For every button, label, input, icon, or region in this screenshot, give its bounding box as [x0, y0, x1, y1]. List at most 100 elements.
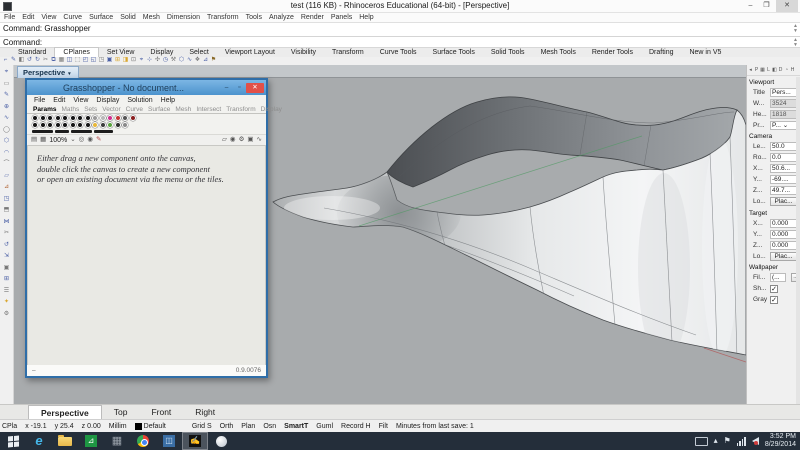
restore-button[interactable]: ❐ [759, 0, 774, 12]
target-icon[interactable]: ◎ [79, 135, 85, 145]
left-toolbar-icon[interactable]: ◯ [3, 127, 10, 134]
grasshopper-menu-file[interactable]: File [34, 97, 45, 104]
toolbar-tab-viewport-layout[interactable]: Viewport Layout [217, 48, 283, 57]
left-toolbar-icon[interactable]: ⋈ [3, 219, 10, 226]
grasshopper-tab-intersect[interactable]: Intersect [196, 106, 221, 113]
menu-transform[interactable]: Transform [207, 14, 239, 21]
toolbar-tab-transform[interactable]: Transform [324, 48, 372, 57]
close-button[interactable]: ✕ [776, 0, 798, 12]
left-toolbar-icon[interactable]: ⚙ [3, 311, 10, 318]
grasshopper-canvas[interactable]: Either drag a new component onto the can… [27, 146, 266, 365]
toolbar-icon[interactable]: ↺ [26, 57, 33, 64]
preview-icon[interactable]: ◉ [87, 135, 93, 145]
menu-edit[interactable]: Edit [22, 14, 34, 21]
zoom-dropdown-icon[interactable]: ⌄ [70, 135, 75, 145]
toolbar-icon[interactable]: ▣ [106, 57, 113, 64]
toolbar-tab-display[interactable]: Display [142, 48, 181, 57]
panel-tab-icon[interactable]: ◧ [772, 67, 777, 73]
app-icon-ball[interactable] [208, 432, 234, 450]
grid-icon[interactable]: ▦ [40, 135, 46, 145]
menu-view[interactable]: View [41, 14, 56, 21]
panel-value[interactable]: 0.000 [770, 218, 797, 228]
panel-tab-icon[interactable]: D [778, 67, 783, 73]
checkbox-gray[interactable]: ✓ [770, 295, 778, 304]
status-x-19-1[interactable]: x -19.1 [25, 423, 46, 430]
grasshopper-menu-display[interactable]: Display [96, 97, 119, 104]
grasshopper-tab-curve[interactable]: Curve [126, 106, 143, 113]
grasshopper-menu-help[interactable]: Help [161, 97, 175, 104]
component-icon[interactable] [62, 122, 68, 128]
menu-render[interactable]: Render [301, 14, 324, 21]
component-icon[interactable] [47, 122, 53, 128]
app-icon-green[interactable]: ⊿ [78, 432, 104, 450]
panel-tab-icon[interactable]: ◔ [784, 67, 789, 73]
left-toolbar-icon[interactable]: ⌒ [3, 161, 10, 168]
internet-explorer-icon[interactable]: e [26, 432, 52, 450]
toolbar-icon[interactable]: ⊡ [130, 57, 137, 64]
component-icon[interactable] [32, 122, 38, 128]
menu-surface[interactable]: Surface [89, 14, 113, 21]
component-icon[interactable] [84, 122, 91, 128]
component-icon[interactable] [62, 115, 68, 121]
canvas-tool-icon[interactable]: ◉ [230, 135, 236, 145]
grasshopper-tab-mesh[interactable]: Mesh [175, 106, 191, 113]
toolbar-tab-cplanes[interactable]: CPlanes [54, 46, 99, 57]
panel-tab-icon[interactable]: P [754, 67, 759, 73]
place-button[interactable]: Plac... [770, 197, 797, 206]
menu-tools[interactable]: Tools [246, 14, 262, 21]
toolbar-icon[interactable]: ⚑ [210, 57, 217, 64]
left-toolbar-icon[interactable]: ✂ [3, 230, 10, 237]
viewport-tab-front[interactable]: Front [139, 405, 183, 419]
component-icon[interactable] [114, 122, 121, 128]
grasshopper-tab-display[interactable]: Display [261, 106, 282, 113]
toolbar-icon[interactable]: ✂ [42, 57, 49, 64]
toolbar-icon[interactable]: ↻ [34, 57, 41, 64]
toolbar-tab-new-in-v5[interactable]: New in V5 [681, 48, 729, 57]
component-icon[interactable] [92, 122, 98, 128]
component-icon[interactable] [107, 122, 113, 128]
grasshopper-close-button[interactable]: ✕ [246, 82, 264, 93]
action-center-flag-icon[interactable]: ⚑ [724, 436, 731, 446]
component-icon[interactable] [122, 122, 128, 128]
panel-tab-icon[interactable]: L [766, 67, 771, 73]
network-icon[interactable] [736, 436, 746, 446]
viewport-tab-top[interactable]: Top [102, 405, 140, 419]
toolbar-icon[interactable]: ◰ [82, 57, 89, 64]
menu-solid[interactable]: Solid [120, 14, 136, 21]
left-toolbar-icon[interactable]: ▱ [3, 173, 10, 180]
toolbar-icon[interactable]: ⌖ [138, 57, 145, 64]
component-icon[interactable] [122, 115, 128, 121]
grasshopper-maximize-button[interactable]: ▫ [233, 83, 246, 93]
command-prompt[interactable]: Command: ▲ ▼ [0, 36, 800, 48]
status-default[interactable]: Default [134, 422, 166, 430]
checkbox-sh-[interactable]: ✓ [770, 284, 778, 293]
toolbar-tab-drafting[interactable]: Drafting [641, 48, 682, 57]
grasshopper-tab-maths[interactable]: Maths [62, 106, 80, 113]
component-icon[interactable] [47, 115, 53, 121]
toolbar-icon[interactable]: ◷ [162, 57, 169, 64]
left-toolbar-icon[interactable]: ⊿ [3, 184, 10, 191]
component-icon[interactable] [99, 115, 106, 121]
toolbar-icon[interactable]: ✎ [10, 57, 17, 64]
command-history[interactable]: Command: Grasshopper ▲ ▼ [0, 22, 800, 36]
menu-panels[interactable]: Panels [331, 14, 352, 21]
toolbar-icon[interactable]: ⌐ [2, 57, 9, 64]
touch-keyboard-icon[interactable] [694, 436, 708, 446]
component-icon[interactable] [129, 115, 136, 121]
panel-scrollbar[interactable] [796, 77, 800, 404]
panel-value[interactable]: -69.... [770, 175, 797, 184]
left-toolbar-icon[interactable]: ☰ [3, 288, 10, 295]
toolbar-tab-curve-tools[interactable]: Curve Tools [372, 48, 425, 57]
menu-dimension[interactable]: Dimension [167, 14, 200, 21]
menu-file[interactable]: File [4, 14, 15, 21]
sketch-pen-icon[interactable]: ✎ [96, 135, 101, 145]
panel-value[interactable]: 49.7... [770, 186, 797, 195]
canvas-tool-icon[interactable]: ▱ [222, 135, 227, 145]
toolbar-icon[interactable]: ◧ [18, 57, 25, 64]
scroll-down-icon[interactable]: ▼ [793, 29, 798, 34]
panel-tab-icon[interactable]: ◂ [748, 67, 753, 73]
component-icon[interactable] [92, 115, 98, 121]
status-grid-s[interactable]: Grid S [192, 423, 212, 430]
left-toolbar-icon[interactable]: ⬡ [3, 138, 10, 145]
left-toolbar-icon[interactable]: ⊕ [3, 104, 10, 111]
